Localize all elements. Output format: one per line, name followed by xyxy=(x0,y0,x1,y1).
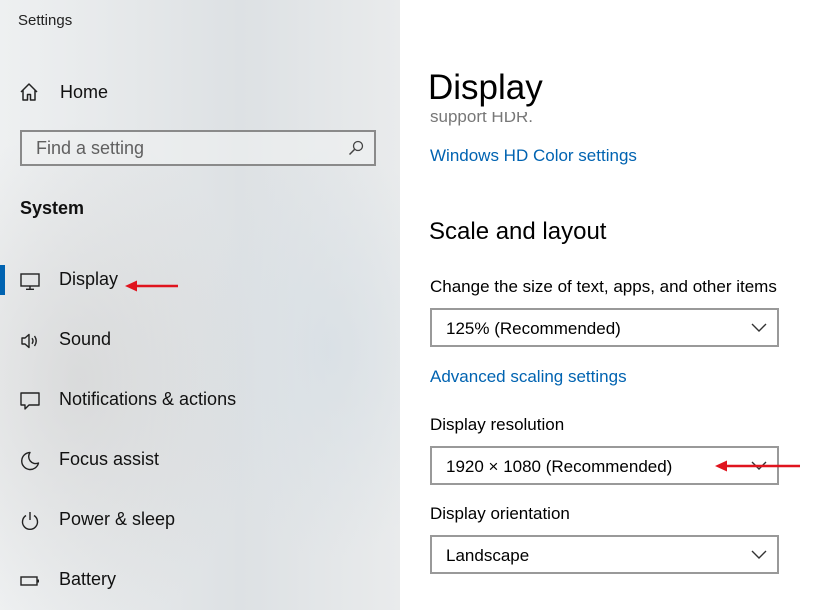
chevron-down-icon xyxy=(751,323,767,332)
resolution-dropdown-value: 1920 × 1080 (Recommended) xyxy=(446,457,673,476)
sidebar-item-label: Sound xyxy=(59,329,112,349)
speaker-icon xyxy=(21,333,37,349)
sidebar-item-label: Battery xyxy=(59,569,117,589)
annotation-arrow-resolution xyxy=(715,460,800,472)
search-icon[interactable] xyxy=(348,140,364,156)
sidebar-item-label: Display xyxy=(59,269,119,289)
scale-dropdown[interactable]: 125% (Recommended) xyxy=(430,308,779,347)
sidebar-nav: Display Sound Notifications & actions Fo… xyxy=(0,250,400,610)
windows-hd-color-settings-link[interactable]: Windows HD Color settings xyxy=(430,146,637,166)
orientation-label: Display orientation xyxy=(430,504,570,523)
scale-and-layout-heading: Scale and layout xyxy=(429,218,607,245)
main-content: Display support HDR. Windows HD Color se… xyxy=(400,0,829,610)
moon-icon xyxy=(21,451,40,471)
chevron-down-icon xyxy=(751,550,767,559)
annotation-arrow-display xyxy=(125,280,178,292)
search-box[interactable] xyxy=(20,130,376,166)
sidebar: Settings Home System Display xyxy=(0,0,400,610)
hdr-description-label: support HDR. xyxy=(430,112,533,126)
resolution-label: Display resolution xyxy=(430,415,565,434)
monitor-icon xyxy=(20,273,40,290)
sidebar-item-notifications[interactable]: Notifications & actions xyxy=(0,370,400,430)
sidebar-item-label: Power & sleep xyxy=(59,509,176,529)
message-icon xyxy=(20,392,40,410)
sidebar-item-sound[interactable]: Sound xyxy=(0,310,400,370)
section-title-system: System xyxy=(20,198,85,218)
battery-icon xyxy=(20,576,39,586)
sidebar-item-focus-assist[interactable]: Focus assist xyxy=(0,430,400,490)
sidebar-item-label: Focus assist xyxy=(59,449,160,469)
page-title: Display xyxy=(428,68,543,107)
orientation-dropdown-value: Landscape xyxy=(446,546,530,565)
sidebar-item-power-sleep[interactable]: Power & sleep xyxy=(0,490,400,550)
search-input[interactable] xyxy=(36,132,336,164)
sidebar-item-display[interactable]: Display xyxy=(0,250,400,310)
scale-label: Change the size of text, apps, and other… xyxy=(430,277,777,296)
window-title: Settings xyxy=(18,12,73,29)
advanced-scaling-settings-link[interactable]: Advanced scaling settings xyxy=(430,367,627,387)
sidebar-item-label: Notifications & actions xyxy=(59,389,237,409)
sidebar-item-battery[interactable]: Battery xyxy=(0,550,400,610)
hdr-description-text: support HDR. xyxy=(430,112,533,132)
orientation-dropdown[interactable]: Landscape xyxy=(430,535,779,574)
scale-dropdown-value: 125% (Recommended) xyxy=(446,319,621,338)
home-icon xyxy=(20,83,38,101)
home-label: Home xyxy=(60,81,109,102)
power-icon xyxy=(21,512,39,530)
home-nav-item[interactable]: Home xyxy=(18,78,108,106)
